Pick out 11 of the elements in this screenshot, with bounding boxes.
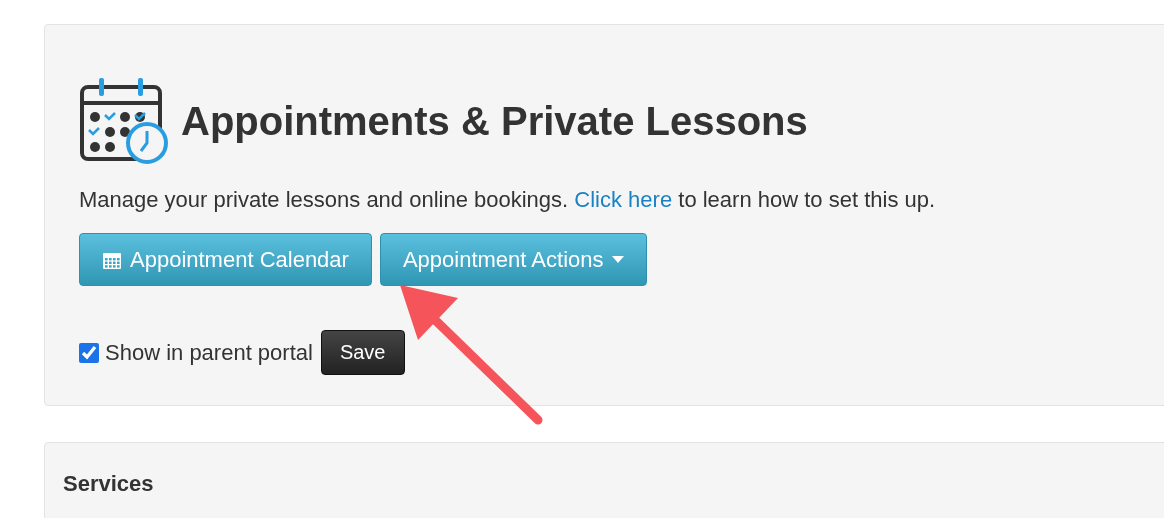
help-link[interactable]: Click here (574, 187, 673, 212)
actions-dropdown-button[interactable]: Appointment Actions (379, 233, 647, 286)
description-text: Manage your private lessons and online bookings. Click here to learn how to set this up. (79, 187, 937, 213)
checkbox-label: Show in parent portal (105, 339, 313, 366)
page-title: Appointments & Private Lessons (181, 98, 808, 144)
portal-checkbox[interactable] (79, 342, 99, 363)
caret-icon (611, 256, 624, 263)
calendar-clock-icon (79, 77, 171, 165)
calendar-button[interactable]: Appointment Calendar (79, 233, 372, 286)
section-title: Services (63, 471, 155, 497)
save-button[interactable]: Save (320, 330, 405, 375)
